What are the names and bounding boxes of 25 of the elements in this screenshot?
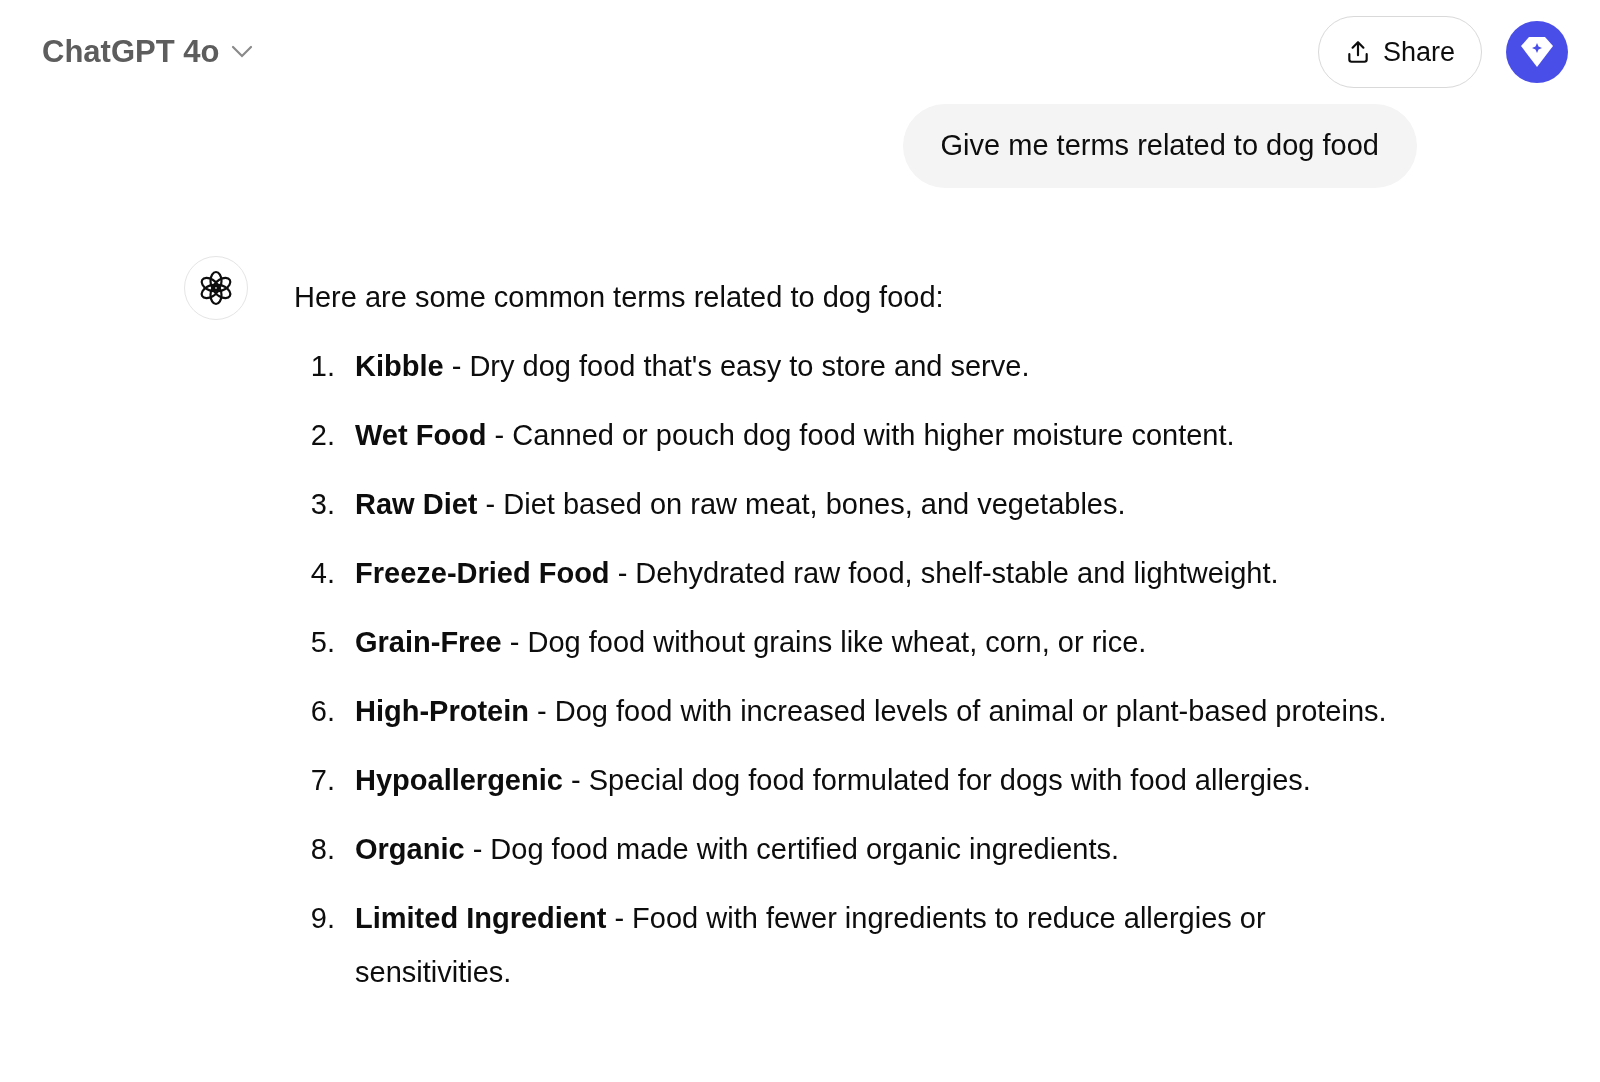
share-button[interactable]: Share	[1317, 16, 1482, 88]
list-item-text: Wet Food - Canned or pouch dog food with higher moisture content.	[355, 418, 1236, 453]
list-number: 9.	[309, 901, 336, 936]
list-item-text: Grain-Free - Dog food without grains like wheat, corn, or rice.	[355, 625, 1148, 660]
diamond-icon	[1518, 35, 1556, 69]
list-number: 4.	[309, 556, 336, 591]
list-number: 5.	[309, 625, 336, 660]
list-item-text: High-Protein - Dog food with increased levels of animal or plant-based proteins.	[355, 694, 1388, 729]
list-item-text: Organic - Dog food made with certified organic ingredients.	[355, 832, 1121, 867]
list-item-text: Limited Ingredient - Food with fewer ingredients to reduce allergies or sensitivities.	[355, 901, 1267, 990]
chevron-down-icon	[231, 45, 254, 59]
list-number: 2.	[309, 418, 336, 453]
model-selector[interactable]: ChatGPT 4o	[42, 28, 254, 76]
intro-text: Here are some common terms related to dog food:	[294, 280, 945, 315]
list-number: 8.	[309, 832, 336, 867]
list-item-text: Kibble - Dry dog food that's easy to store and serve.	[355, 349, 1031, 384]
list-item-text: Raw Diet - Diet based on raw meat, bones, and vegetables.	[355, 487, 1127, 522]
list-item-text: Freeze-Dried Food - Dehydrated raw food, shelf-stable and lightweight.	[355, 556, 1280, 591]
model-name: ChatGPT 4o	[42, 32, 220, 71]
list-number: 1.	[309, 349, 336, 384]
list-number: 7.	[309, 763, 336, 798]
list-number: 3.	[309, 487, 336, 522]
user-message: Give me terms related to dog food	[902, 104, 1417, 188]
list-item-text: Hypoallergenic - Special dog food formulated for dogs with food allergies.	[355, 763, 1312, 798]
list-number: 6.	[309, 694, 336, 729]
